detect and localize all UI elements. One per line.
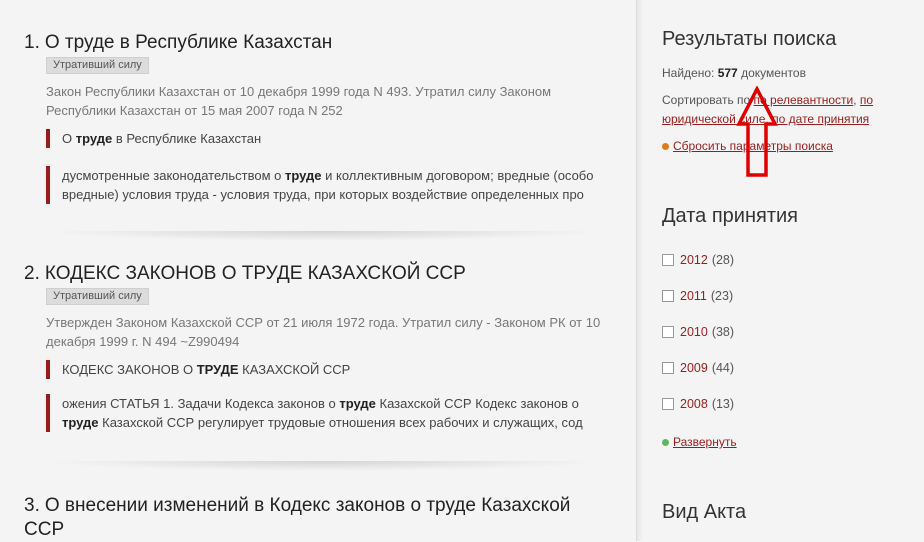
sort-options: Сортировать по по релевантности, по юрид… xyxy=(662,93,874,126)
search-results-heading: Результаты поиска xyxy=(662,28,837,50)
checkbox[interactable] xyxy=(662,362,674,374)
year-filter-2011[interactable]: 2011 (23) xyxy=(662,287,733,305)
expand-dot-icon xyxy=(662,439,669,447)
up-arrow-icon xyxy=(736,86,778,177)
checkbox[interactable] xyxy=(662,254,674,266)
result-title[interactable]: 1. О труде в Республике Казахстан xyxy=(24,31,604,55)
year-filter-2008[interactable]: 2008 (13) xyxy=(662,395,734,413)
year-filter-2010[interactable]: 2010 (38) xyxy=(662,323,734,341)
date-heading: Дата принятия xyxy=(662,205,799,227)
result-snippet: О труде в Республике Казахстан xyxy=(46,129,604,148)
panel-divider xyxy=(636,0,643,541)
result-separator xyxy=(44,461,604,471)
checkbox[interactable] xyxy=(662,326,674,338)
act-type-heading: Вид Акта xyxy=(662,501,747,523)
result-snippet: ожения СТАТЬЯ 1. Задачи Кодекса законов … xyxy=(46,394,604,432)
sidebar: Результаты поиска Найдено: 577 документо… xyxy=(643,0,924,541)
result-snippet: КОДЕКС ЗАКОНОВ О ТРУДЕ КАЗАХСКОЙ ССР xyxy=(46,360,604,379)
result-title[interactable]: 3. О внесении изменений в Кодекс законов … xyxy=(24,494,584,542)
result-snippet: дусмотренные законодательством о труде и… xyxy=(46,166,604,204)
found-count: Найдено: 577 документов xyxy=(662,66,806,80)
result-title[interactable]: 2. КОДЕКС ЗАКОНОВ О ТРУДЕ КАЗАХСКОЙ ССР xyxy=(24,262,604,286)
year-filter-2009[interactable]: 2009 (44) xyxy=(662,359,734,377)
result-item: 1. О труде в Республике Казахстан Утратив… xyxy=(24,31,604,204)
status-badge: Утративший силу xyxy=(46,57,149,74)
expand-link[interactable]: Развернуть xyxy=(673,435,737,449)
result-item: 3. О внесении изменений в Кодекс законов … xyxy=(24,494,584,542)
reset-dot-icon xyxy=(662,143,669,151)
result-description: Закон Республики Казахстан от 10 декабря… xyxy=(46,84,552,118)
year-filter-2012[interactable]: 2012 (28) xyxy=(662,251,734,269)
results-panel: 1. О труде в Республике Казахстан Утратив… xyxy=(0,0,636,541)
result-description: Утвержден Законом Казахской ССР от 21 ию… xyxy=(46,315,601,349)
result-item: 2. КОДЕКС ЗАКОНОВ О ТРУДЕ КАЗАХСКОЙ ССР У… xyxy=(24,262,604,432)
expand-years[interactable]: Развернуть xyxy=(662,433,737,452)
sort-date-link[interactable]: по дате принятия xyxy=(772,112,869,126)
checkbox[interactable] xyxy=(662,290,674,302)
checkbox[interactable] xyxy=(662,398,674,410)
status-badge: Утративший силу xyxy=(46,288,149,305)
result-separator xyxy=(44,231,604,241)
